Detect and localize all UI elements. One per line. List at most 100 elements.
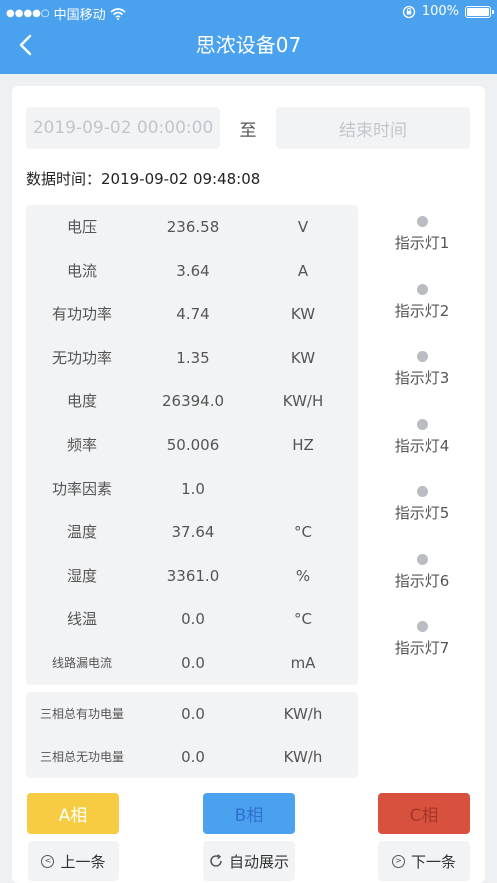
metric-row: 线温 0.0 °C — [26, 597, 358, 641]
metric-row: 温度 37.64 °C — [26, 510, 358, 554]
indicator-4: 指示灯4 — [372, 419, 472, 459]
indicator-6: 指示灯6 — [372, 554, 472, 594]
metric-value: 1.35 — [176, 349, 210, 367]
phase-b-button[interactable]: B相 — [203, 793, 295, 834]
total-unit: KW/h — [283, 705, 323, 723]
indicator-light-icon — [416, 284, 428, 295]
metric-unit: A — [297, 262, 309, 280]
metric-value: 3.64 — [176, 262, 210, 280]
auto-display-button[interactable]: 自动展示 — [203, 841, 295, 881]
indicator-light-icon — [416, 554, 428, 565]
chevron-right-circle-icon: > — [391, 854, 405, 868]
metric-label: 湿度 — [66, 567, 97, 585]
indicator-label: 指示灯2 — [394, 302, 450, 320]
previous-button[interactable]: < 上一条 — [28, 841, 119, 881]
metric-row: 有功功率 4.74 KW — [26, 292, 358, 336]
metric-label: 电压 — [66, 218, 97, 236]
indicator-3: 指示灯3 — [372, 351, 472, 391]
metric-label: 有功功率 — [51, 305, 112, 323]
status-bar: ●●●●○ 中国移动 100% — [0, 0, 497, 24]
end-time-input[interactable]: 结束时间 — [276, 107, 470, 149]
metric-row: 频率 50.006 HZ — [26, 423, 358, 467]
totals-table: 三相总有功电量 0.0 KW/h 三相总无功电量 0.0 KW/h — [26, 692, 358, 778]
metric-row: 湿度 3361.0 % — [26, 554, 358, 598]
metric-label: 频率 — [66, 436, 97, 454]
phase-c-button[interactable]: C相 — [378, 793, 470, 834]
indicator-light-icon — [416, 216, 428, 227]
metric-row: 电流 3.64 A — [26, 249, 358, 293]
total-label: 三相总无功电量 — [39, 750, 124, 764]
chevron-left-circle-icon: < — [41, 854, 55, 868]
phase-a-button[interactable]: A相 — [27, 793, 119, 834]
indicator-7: 指示灯7 — [372, 621, 472, 661]
app-header: ●●●●○ 中国移动 100% 思浓设备07 — [0, 0, 497, 74]
refresh-icon — [210, 854, 222, 867]
previous-label: 上一条 — [60, 852, 106, 871]
metric-row: 线路漏电流 0.0 mA — [26, 641, 358, 685]
date-range-separator: 至 — [239, 120, 257, 141]
metric-unit: V — [297, 218, 309, 236]
orientation-lock-icon — [402, 5, 415, 18]
metric-unit: °C — [294, 610, 312, 628]
indicator-light-icon — [416, 486, 428, 497]
indicator-2: 指示灯2 — [372, 284, 472, 324]
indicator-label: 指示灯4 — [394, 437, 450, 455]
metric-row: 电度 26394.0 KW/H — [26, 379, 358, 423]
start-time-input[interactable]: 2019-09-02 00:00:00 — [26, 107, 220, 149]
metric-label: 线温 — [66, 610, 97, 628]
metric-row: 无功功率 1.35 KW — [26, 336, 358, 380]
indicator-label: 指示灯7 — [394, 639, 450, 657]
metric-label: 无功功率 — [51, 349, 112, 367]
metric-unit: mA — [290, 654, 316, 672]
battery-percent: 100% — [421, 4, 459, 19]
indicator-light-icon — [416, 351, 428, 362]
indicator-label: 指示灯3 — [394, 369, 450, 387]
total-label: 三相总有功电量 — [39, 707, 124, 721]
total-value: 0.0 — [181, 748, 205, 766]
wifi-icon — [110, 7, 126, 20]
total-unit: KW/h — [283, 748, 323, 766]
total-row: 三相总有功电量 0.0 KW/h — [26, 692, 358, 736]
metric-value: 0.0 — [181, 610, 205, 628]
next-button[interactable]: > 下一条 — [378, 841, 470, 881]
metric-row: 功率因素 1.0 — [26, 467, 358, 511]
carrier-name: 中国移动 — [53, 8, 106, 23]
total-row: 三相总无功电量 0.0 KW/h — [26, 735, 358, 779]
indicator-1: 指示灯1 — [372, 216, 472, 256]
signal-icon: ●●●●○ — [6, 8, 50, 19]
metric-value: 236.58 — [166, 218, 220, 236]
metric-label: 温度 — [66, 523, 97, 541]
metric-value: 50.006 — [166, 436, 220, 454]
auto-display-label: 自动展示 — [228, 852, 289, 871]
metric-value: 37.64 — [171, 523, 215, 541]
indicator-label: 指示灯6 — [394, 572, 450, 590]
next-label: 下一条 — [410, 852, 456, 871]
metric-unit: HZ — [292, 436, 314, 454]
metric-unit: KW — [290, 305, 316, 323]
metric-unit: °C — [294, 523, 312, 541]
indicator-label: 指示灯1 — [394, 234, 450, 252]
metric-value: 4.74 — [176, 305, 210, 323]
metric-unit: % — [295, 567, 311, 585]
indicator-light-icon — [416, 621, 428, 632]
metric-value: 0.0 — [181, 654, 205, 672]
metric-value: 1.0 — [181, 480, 205, 498]
indicator-5: 指示灯5 — [372, 486, 472, 526]
page-title: 思浓设备07 — [195, 33, 302, 57]
indicator-light-icon — [416, 419, 428, 430]
metric-label: 电度 — [66, 392, 97, 410]
metric-unit: KW/H — [282, 392, 324, 410]
metric-label: 线路漏电流 — [51, 656, 112, 670]
metric-label: 功率因素 — [51, 480, 112, 498]
indicator-label: 指示灯5 — [394, 504, 450, 522]
metric-value: 26394.0 — [161, 392, 225, 410]
metric-label: 电流 — [66, 262, 97, 280]
total-value: 0.0 — [181, 705, 205, 723]
battery-icon — [465, 5, 494, 18]
device-card: 2019-09-02 00:00:00 至 结束时间 数据时间：2019-09-… — [12, 86, 485, 883]
data-timestamp: 数据时间：2019-09-02 09:48:08 — [26, 170, 261, 188]
metric-row: 电压 236.58 V — [26, 205, 358, 249]
metric-unit: KW — [290, 349, 316, 367]
metric-value: 3361.0 — [166, 567, 220, 585]
metrics-table: 电压 236.58 V 电流 3.64 A 有功功率 4.74 KW 无功功率 … — [26, 205, 358, 685]
